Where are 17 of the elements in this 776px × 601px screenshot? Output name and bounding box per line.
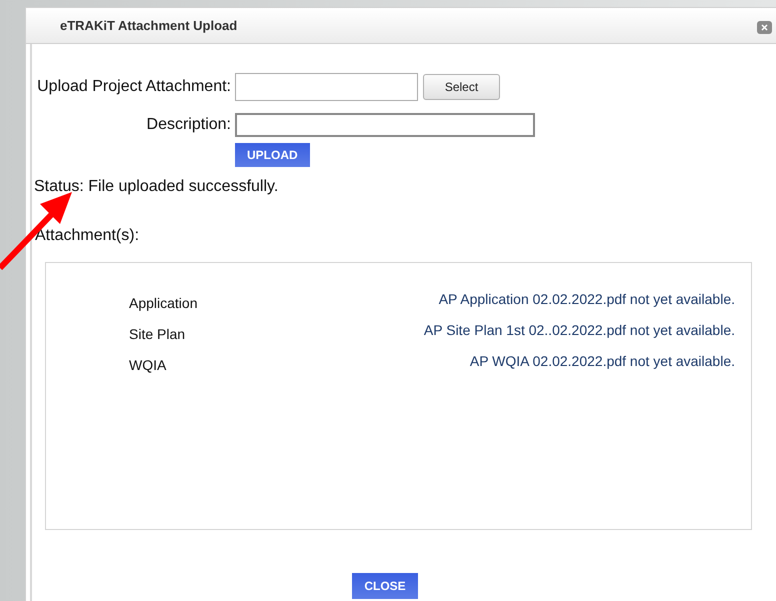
attachment-file: AP Site Plan 1st 02..02.2022.pdf not yet available. — [424, 321, 735, 340]
select-button[interactable]: Select — [423, 74, 500, 100]
section-label: Attachment(s): — [35, 226, 140, 246]
upload-button[interactable]: UPLOAD — [235, 143, 310, 167]
attachment-file: AP Application 02.02.2022.pdf not yet available. — [438, 290, 735, 309]
close-icon[interactable] — [757, 21, 772, 34]
window-title: eTRAKiT Attachment Upload — [60, 16, 238, 35]
attachment-name: WQIA — [129, 356, 166, 375]
file-field[interactable] — [235, 73, 418, 101]
field-label: Description: — [146, 115, 232, 135]
close-button[interactable]: CLOSE — [352, 573, 418, 599]
attachment-name: Site Plan — [129, 325, 186, 344]
attachment-name: Application — [129, 294, 198, 313]
status-message: Status: File uploaded successfully. — [34, 177, 280, 197]
field-label: Upload Project Attachment: — [36, 77, 232, 97]
attachment-file: AP WQIA 02.02.2022.pdf not yet available. — [470, 352, 735, 371]
description-field[interactable] — [235, 113, 535, 137]
